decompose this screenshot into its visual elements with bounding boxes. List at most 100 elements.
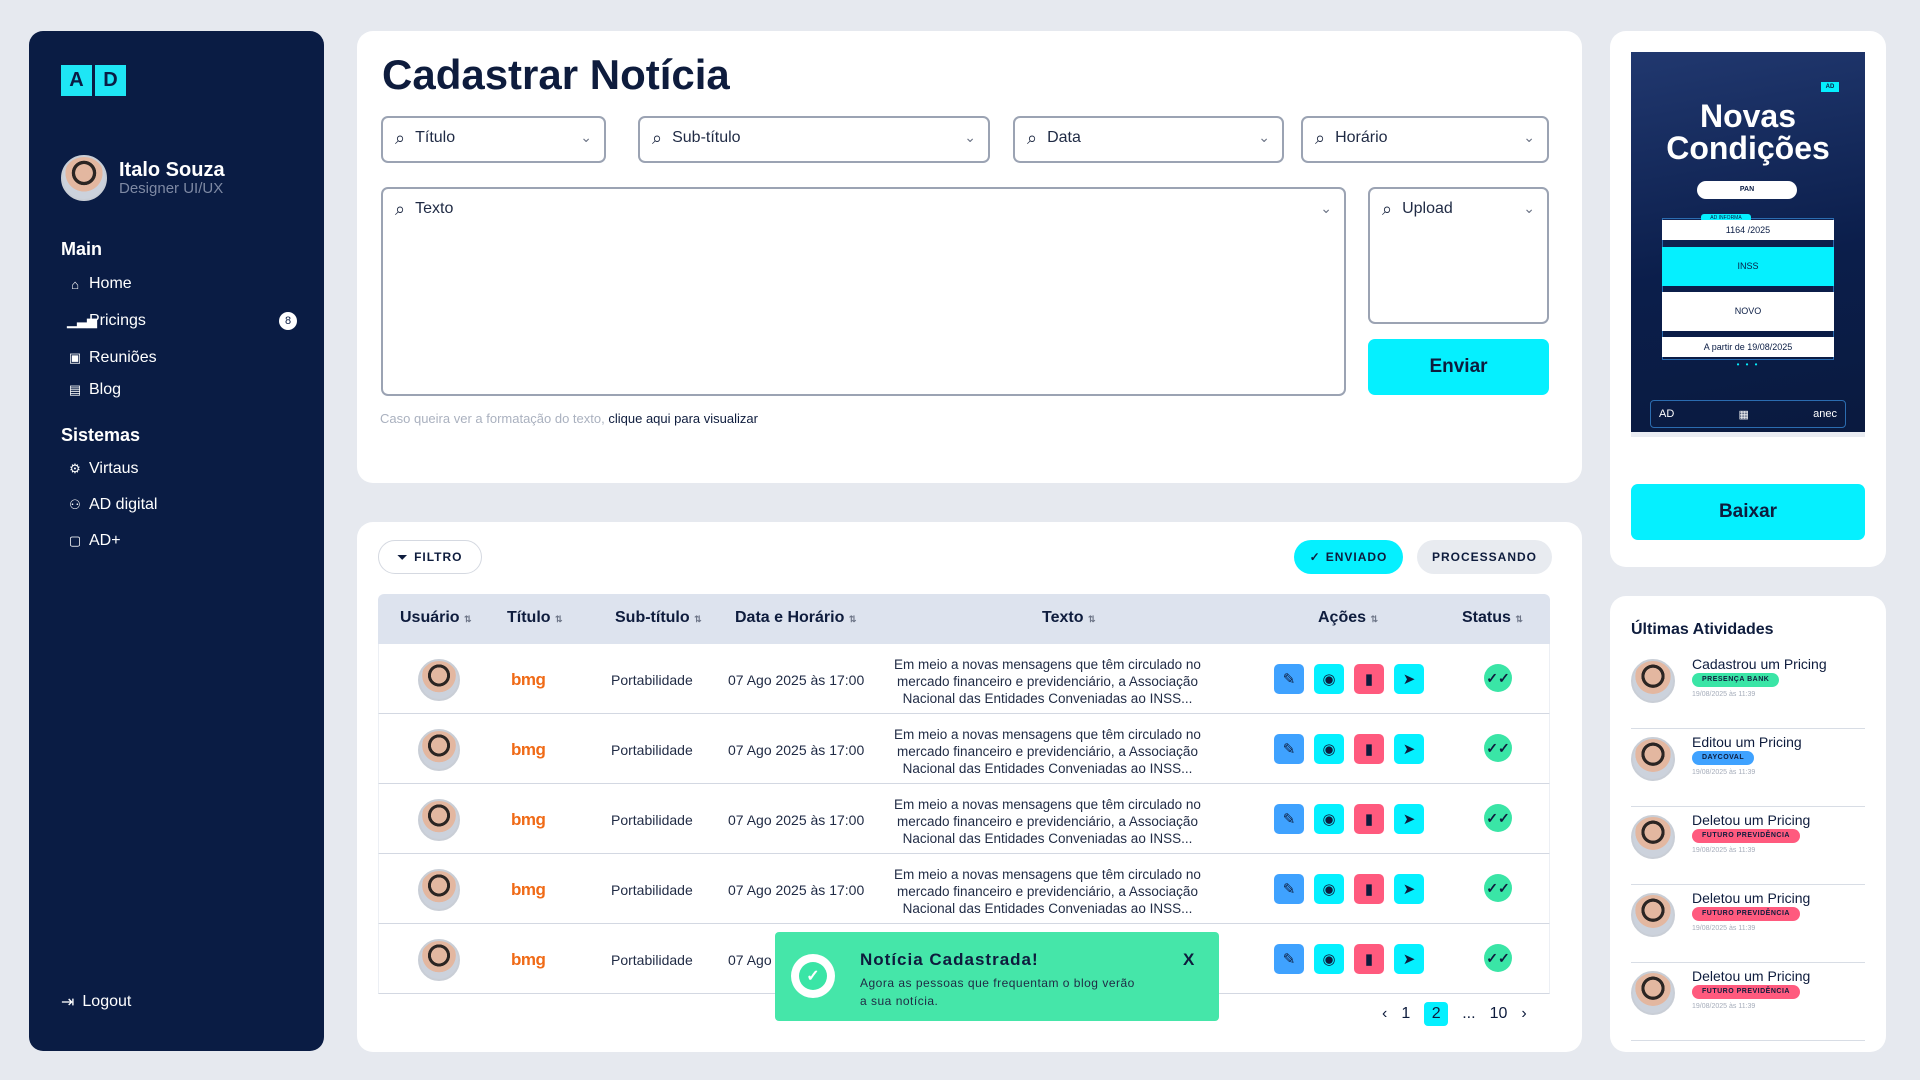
eye-icon[interactable]: ◉ <box>1314 944 1344 974</box>
column-header-texto[interactable]: Texto ⇅ <box>1042 609 1095 627</box>
preview-link[interactable]: clique aqui para visualizar <box>608 411 758 426</box>
sidebar-item-ad-digital[interactable]: ⚇ AD digital <box>67 496 297 514</box>
poster-row: A partir de 19/08/2025 <box>1662 337 1834 357</box>
column-label: Usuário <box>400 609 460 626</box>
chevron-right-icon[interactable]: › <box>1521 1005 1526 1023</box>
app-logo[interactable]: A D <box>61 65 126 96</box>
avatar <box>1631 659 1675 703</box>
filter-label: FILTRO <box>414 550 463 564</box>
bank-logo-bmg: bmg <box>511 740 546 759</box>
titulo-field[interactable]: ⌕ Título ⌄ <box>381 116 606 163</box>
edit-icon[interactable]: ✎ <box>1274 874 1304 904</box>
edit-icon[interactable]: ✎ <box>1274 734 1304 764</box>
send-icon[interactable]: ➤ <box>1394 664 1424 694</box>
horario-field[interactable]: ⌕ Horário ⌄ <box>1301 116 1549 163</box>
eye-icon[interactable]: ◉ <box>1314 874 1344 904</box>
search-icon: ⌕ <box>1315 128 1326 148</box>
format-hint: Caso queira ver a formatação do texto, c… <box>380 411 758 426</box>
send-icon[interactable]: ➤ <box>1394 804 1424 834</box>
activity-item[interactable]: Cadastrou um Pricing PRESENÇA BANK 19/08… <box>1631 651 1865 729</box>
double-check-icon: ✓✓ <box>1484 944 1512 972</box>
text-cell: Em meio a novas mensagens que têm circul… <box>894 657 1201 706</box>
upload-field[interactable]: ⌕ Upload ⌄ <box>1368 187 1549 324</box>
trash-icon[interactable]: ▮ <box>1354 944 1384 974</box>
activity-tag: DAYCOVAL <box>1692 751 1755 765</box>
activity-item[interactable]: Editou um Pricing DAYCOVAL 19/08/2025 às… <box>1631 729 1865 807</box>
chevron-down-icon: ⌄ <box>964 129 976 145</box>
double-check-icon: ✓✓ <box>1484 874 1512 902</box>
activity-time: 19/08/2025 às 11:39 <box>1692 847 1756 854</box>
download-button[interactable]: Baixar <box>1631 484 1865 540</box>
filter-button[interactable]: ⏷ FILTRO <box>378 540 482 574</box>
trash-icon[interactable]: ▮ <box>1354 664 1384 694</box>
activity-time: 19/08/2025 às 11:39 <box>1692 925 1756 932</box>
newspaper-icon: ▤ <box>68 382 82 397</box>
search-icon: ⌕ <box>1382 199 1393 219</box>
date-cell: 07 Ago 2025 às 17:00 <box>728 812 865 828</box>
activity-item[interactable]: Deletou um Pricing FUTURO PREVIDÊNCIA 19… <box>1631 885 1865 963</box>
horario-placeholder: Horário <box>1335 129 1388 146</box>
page-2-current[interactable]: 2 <box>1424 1002 1449 1026</box>
sort-icon: ⇅ <box>848 614 857 624</box>
column-header-data-horario[interactable]: Data e Horário ⇅ <box>735 609 856 627</box>
sidebar-item-ad-plus[interactable]: ▢ AD+ <box>67 532 297 550</box>
close-icon[interactable]: X <box>1183 950 1194 970</box>
activity-item[interactable]: Deletou um Pricing FUTURO PREVIDÊNCIA 19… <box>1631 963 1865 1041</box>
chevron-down-icon: ⌄ <box>1320 200 1332 216</box>
sidebar-item-blog[interactable]: ▤ Blog <box>67 381 297 399</box>
eye-icon[interactable]: ◉ <box>1314 664 1344 694</box>
column-header-titulo[interactable]: Título ⇅ <box>507 609 563 627</box>
sidebar-item-pricings[interactable]: ▁▃▅ Pricings 8 <box>67 312 297 330</box>
status-filter-enviado[interactable]: ✓ ENVIADO <box>1294 540 1403 574</box>
subtitulo-field[interactable]: ⌕ Sub-título ⌄ <box>638 116 990 163</box>
send-button[interactable]: Enviar <box>1368 339 1549 395</box>
column-header-acoes[interactable]: Ações ⇅ <box>1318 609 1378 627</box>
poster-anec-logo: anec <box>1813 408 1837 420</box>
chevron-left-icon[interactable]: ‹ <box>1382 1005 1387 1023</box>
sidebar-item-label: Virtaus <box>89 460 139 477</box>
poster-row: NOVO <box>1662 292 1834 331</box>
column-header-status[interactable]: Status ⇅ <box>1462 609 1523 627</box>
trash-icon[interactable]: ▮ <box>1354 804 1384 834</box>
send-icon[interactable]: ➤ <box>1394 944 1424 974</box>
texto-field[interactable]: ⌕ Texto ⌄ <box>381 187 1346 396</box>
poster-footer: AD ▦ anec <box>1650 400 1846 428</box>
format-hint-text: Caso queira ver a formatação do texto, <box>380 411 605 426</box>
avatar <box>1631 893 1675 937</box>
news-form-panel: Cadastrar Notícia ⌕ Título ⌄ ⌕ Sub-títul… <box>357 31 1582 483</box>
edit-icon[interactable]: ✎ <box>1274 944 1304 974</box>
sort-icon: ⇅ <box>1515 614 1523 624</box>
activity-item[interactable]: Deletou um Pricing FUTURO PREVIDÊNCIA 19… <box>1631 807 1865 885</box>
date-cell: 07 Ago <box>728 952 772 968</box>
promo-panel: AD Novas Condições PAN AD INFORMA 1164 /… <box>1610 31 1886 567</box>
trash-icon[interactable]: ▮ <box>1354 874 1384 904</box>
sidebar-item-virtaus[interactable]: ⚙ Virtaus <box>67 460 297 478</box>
eye-icon[interactable]: ◉ <box>1314 804 1344 834</box>
data-field[interactable]: ⌕ Data ⌄ <box>1013 116 1284 163</box>
send-icon[interactable]: ➤ <box>1394 874 1424 904</box>
activity-action: Editou um Pricing <box>1692 734 1802 750</box>
trash-icon[interactable]: ▮ <box>1354 734 1384 764</box>
sidebar-item-reunioes[interactable]: ▣ Reuniões <box>67 349 297 367</box>
teams-icon: ▣ <box>68 350 82 365</box>
sidebar-item-label: Reuniões <box>89 349 157 366</box>
column-header-usuario[interactable]: Usuário ⇅ <box>400 609 472 627</box>
page-10[interactable]: 10 <box>1490 1005 1508 1023</box>
send-icon[interactable]: ➤ <box>1394 734 1424 764</box>
logo-letter-d: D <box>95 65 126 96</box>
subtitle-cell: Portabilidade <box>611 812 693 828</box>
activity-time: 19/08/2025 às 11:39 <box>1692 769 1756 776</box>
search-icon: ⌕ <box>395 128 406 148</box>
edit-icon[interactable]: ✎ <box>1274 804 1304 834</box>
eye-icon[interactable]: ◉ <box>1314 734 1344 764</box>
status-filter-processando[interactable]: PROCESSANDO <box>1417 540 1552 574</box>
bar-chart-icon: ▁▃▅ <box>67 313 97 328</box>
user-profile[interactable]: Italo Souza Designer UI/UX <box>61 155 225 201</box>
poster-row: INSS <box>1662 247 1834 286</box>
sidebar-item-home[interactable]: ⌂ Home <box>67 275 297 293</box>
avatar <box>418 729 460 771</box>
logout-button[interactable]: ⇥ Logout <box>61 992 131 1012</box>
page-1[interactable]: 1 <box>1401 1005 1410 1023</box>
edit-icon[interactable]: ✎ <box>1274 664 1304 694</box>
column-header-subtitulo[interactable]: Sub-título ⇅ <box>615 609 702 627</box>
